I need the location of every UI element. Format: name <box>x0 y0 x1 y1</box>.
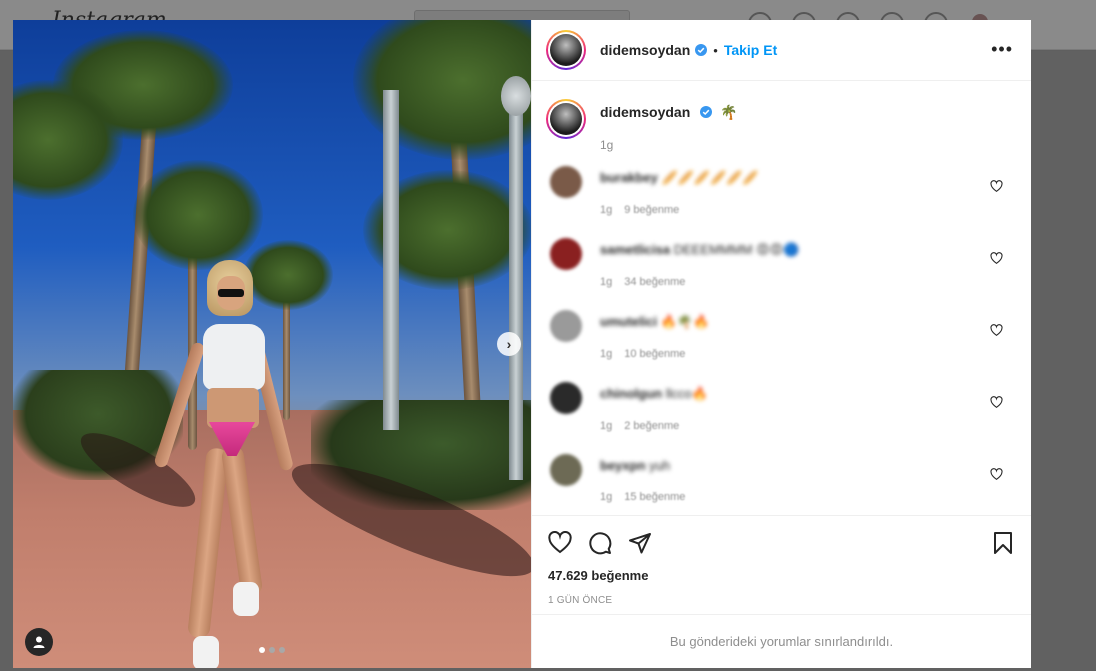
comments-list[interactable]: didemsoydan 🌴 1g burakbey 🥖🥖🥖🥖🥖🥖 1g 9 beğ… <box>532 81 1031 515</box>
comment-username[interactable]: sametlicisa <box>600 242 670 257</box>
comment-like-heart-icon[interactable] <box>990 180 1003 193</box>
post-actions: 47.629 beğenme 1 gün önce <box>532 515 1031 615</box>
comment-likes[interactable]: 34 beğenme <box>624 276 685 288</box>
comment-likes[interactable]: 9 beğenme <box>624 204 679 216</box>
comment-text: llcco🔥 <box>665 386 708 401</box>
carousel-dot <box>279 647 285 653</box>
post-header: didemsoydan • Takip Et ••• <box>532 20 1031 81</box>
chevron-right-icon: › <box>506 336 512 352</box>
comment-likes[interactable]: 10 beğenme <box>624 348 685 360</box>
comment-item: umutelici 🔥🌴🔥 1g 10 beğenme <box>546 310 1017 382</box>
post-caption: didemsoydan 🌴 1g <box>546 99 1017 152</box>
comment-text: 🔥🌴🔥 <box>660 314 710 329</box>
verified-badge-icon <box>699 106 712 118</box>
comment-time: 1g <box>600 348 613 360</box>
comment-username[interactable]: chinolgun <box>600 386 662 401</box>
post-image[interactable]: › <box>13 20 531 668</box>
carousel-dot <box>269 647 275 653</box>
post-details-panel: didemsoydan • Takip Et ••• didemsoydan 🌴… <box>531 20 1031 668</box>
save-bookmark-icon[interactable] <box>991 531 1015 555</box>
share-paper-plane-icon[interactable] <box>628 531 652 555</box>
post-modal: › didemsoydan • Takip Et ••• didemsoydan… <box>13 20 1031 668</box>
commenter-avatar[interactable] <box>550 238 582 270</box>
commenter-avatar[interactable] <box>550 310 582 342</box>
commenter-avatar[interactable] <box>550 454 582 486</box>
carousel-next-button[interactable]: › <box>497 332 521 356</box>
follow-button[interactable]: Takip Et <box>724 42 777 58</box>
caption-timestamp: 1g <box>600 138 614 152</box>
comment-like-heart-icon[interactable] <box>990 468 1003 481</box>
comment-item: chinolgun llcco🔥 1g 2 beğenme <box>546 382 1017 454</box>
comment-like-heart-icon[interactable] <box>990 252 1003 265</box>
likes-count[interactable]: 47.629 beğenme <box>548 568 1015 583</box>
comment-item: burakbey 🥖🥖🥖🥖🥖🥖 1g 9 beğenme <box>546 166 1017 238</box>
comment-time: 1g <box>600 276 613 288</box>
tagged-users-button[interactable] <box>25 628 53 656</box>
comment-like-heart-icon[interactable] <box>990 324 1003 337</box>
author-username[interactable]: didemsoydan <box>600 42 690 58</box>
comment-time: 1g <box>600 204 613 216</box>
carousel-indicator <box>259 647 285 653</box>
more-options-icon[interactable]: ••• <box>991 40 1013 58</box>
commenter-avatar[interactable] <box>550 382 582 414</box>
comment-bubble-icon[interactable] <box>588 531 612 555</box>
comment-text: 🥖🥖🥖🥖🥖🥖 <box>661 170 759 185</box>
carousel-dot <box>259 647 265 653</box>
comment-time: 1g <box>600 420 613 432</box>
comment-time: 1g <box>600 491 613 503</box>
comment-item: sametlicisa DEEEMMMM 😡😡🔵 1g 34 beğenme <box>546 238 1017 310</box>
separator-dot: • <box>713 42 718 58</box>
commenter-avatar[interactable] <box>550 166 582 198</box>
author-avatar[interactable] <box>546 30 586 70</box>
author-avatar[interactable] <box>546 99 586 139</box>
verified-badge-icon <box>695 44 708 56</box>
comment-username[interactable]: beyxpn <box>600 458 646 473</box>
comment-item: beyxpn yuh 1g 15 beğenme <box>546 454 1017 515</box>
post-timestamp[interactable]: 1 gün önce <box>548 595 1015 606</box>
sunglasses <box>218 289 244 297</box>
caption-username[interactable]: didemsoydan <box>600 104 690 120</box>
comment-username[interactable]: burakbey <box>600 170 658 185</box>
comment-text: yuh <box>649 458 671 473</box>
person-figure <box>153 260 295 668</box>
caption-text: 🌴 <box>720 104 738 120</box>
comment-likes[interactable]: 2 beğenme <box>624 420 679 432</box>
comment-likes[interactable]: 15 beğenme <box>624 491 685 503</box>
comment-like-heart-icon[interactable] <box>990 396 1003 409</box>
comment-text: DEEEMMMM 😡😡🔵 <box>673 242 800 257</box>
user-icon <box>33 636 45 648</box>
like-heart-icon[interactable] <box>548 531 572 555</box>
comments-restricted-notice: Bu gönderideki yorumlar sınırlandırıldı. <box>532 614 1031 668</box>
comment-username[interactable]: umutelici <box>600 314 657 329</box>
